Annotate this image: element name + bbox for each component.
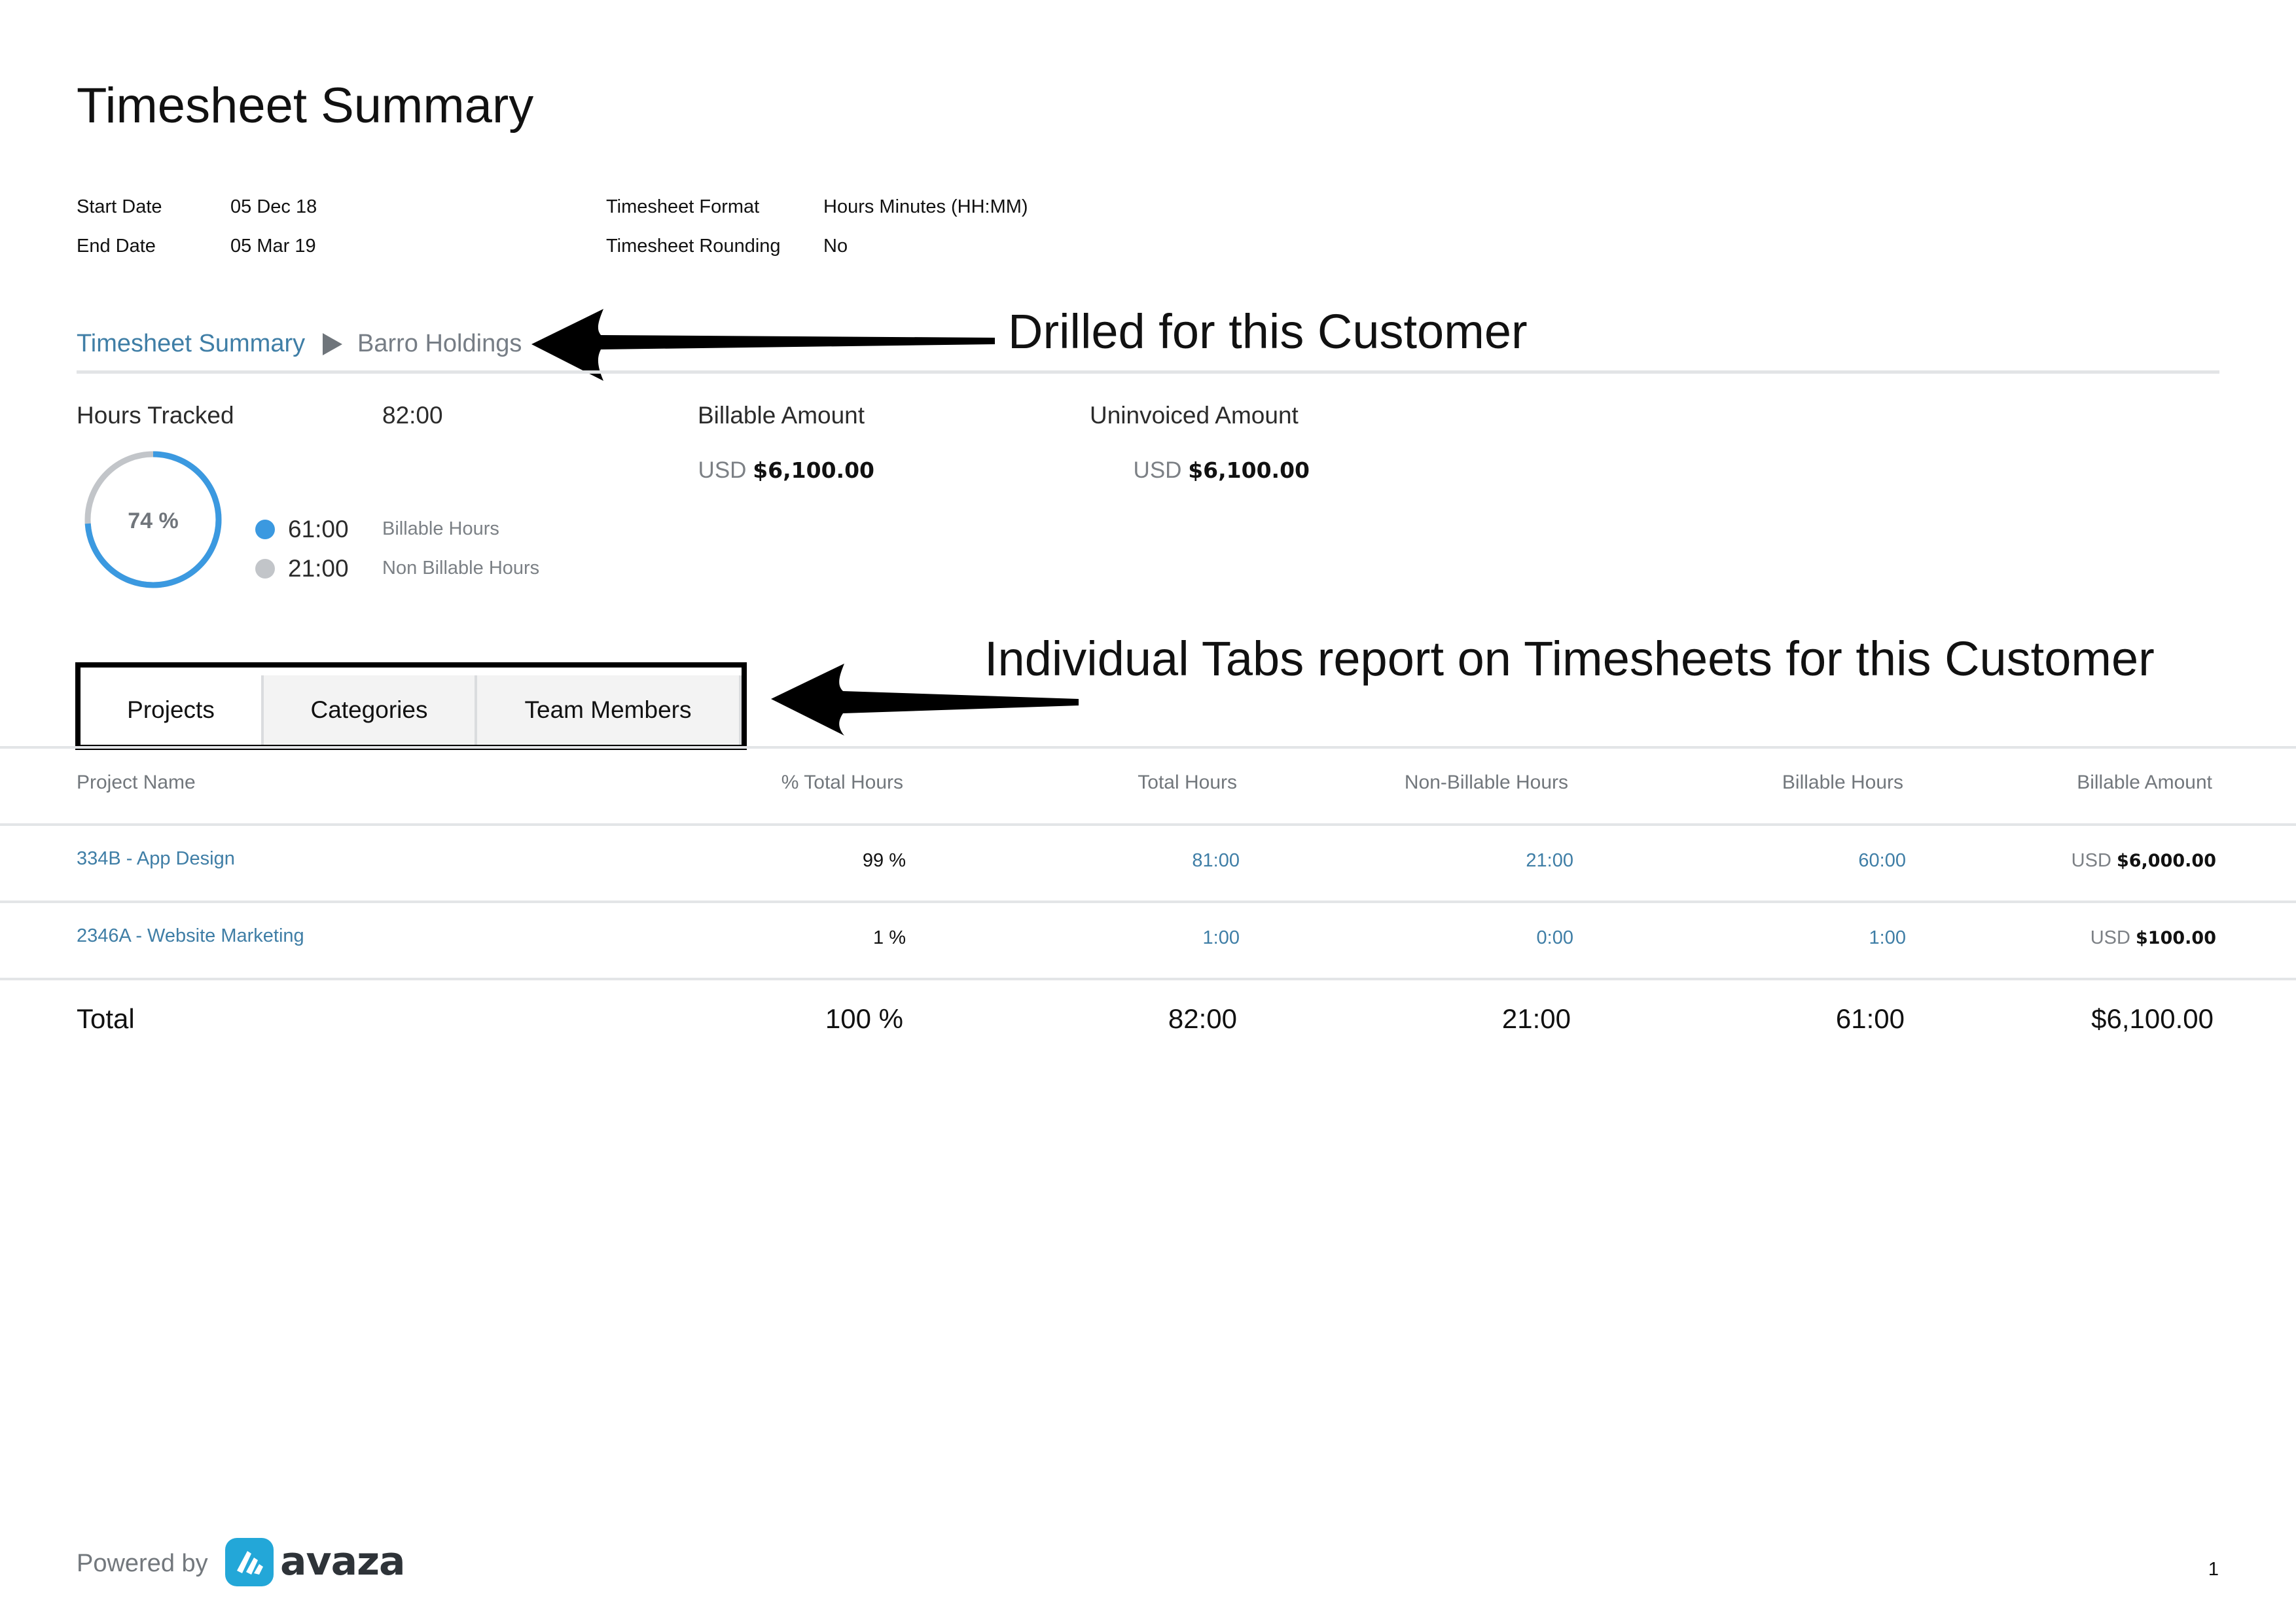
end-date-label: End Date xyxy=(77,236,156,257)
column-header-billable-amount: Billable Amount xyxy=(2077,772,2212,793)
total-hours-link[interactable]: 1:00 xyxy=(1043,925,1240,951)
billable-amount-label: Billable Amount xyxy=(698,402,865,429)
timesheet-format-value: Hours Minutes (HH:MM) xyxy=(823,196,1028,217)
hours-tracked-label: Hours Tracked xyxy=(77,402,234,429)
page-number: 1 xyxy=(2208,1559,2219,1580)
table-total-border xyxy=(0,978,2296,980)
percent-total-hours-cell: 1 % xyxy=(873,927,906,948)
total-percent: 100 % xyxy=(825,1003,903,1034)
billable-hours-link[interactable]: 1:00 xyxy=(1710,925,1906,951)
breadcrumb-divider xyxy=(77,370,2219,374)
table-row-border xyxy=(0,901,2296,903)
tab-team-members[interactable]: Team Members xyxy=(475,675,742,745)
timesheet-rounding-label: Timesheet Rounding xyxy=(606,236,781,257)
tab-categories[interactable]: Categories xyxy=(261,675,477,745)
total-billable-hours: 61:00 xyxy=(1835,1003,1905,1034)
non-billable-legend-dot-icon xyxy=(255,559,275,579)
uninvoiced-amount-label: Uninvoiced Amount xyxy=(1090,402,1299,429)
billable-legend-dot-icon xyxy=(255,520,275,539)
start-date-label: Start Date xyxy=(77,196,162,217)
avaza-logo-icon xyxy=(225,1538,274,1586)
billable-amount-cell: USD $6,000.00 xyxy=(2071,850,2216,871)
billable-hours-value: 61:00 xyxy=(288,516,349,543)
column-header-percent-total-hours: % Total Hours xyxy=(781,772,903,793)
total-label: Total xyxy=(77,1003,135,1034)
column-header-non-billable-hours: Non-Billable Hours xyxy=(1404,772,1568,793)
project-name-link[interactable]: 2346A - Website Marketing xyxy=(77,923,304,949)
report-tabs: Projects Categories Team Members xyxy=(75,662,747,750)
non-billable-hours-value: 21:00 xyxy=(288,555,349,582)
total-hours-link[interactable]: 81:00 xyxy=(1043,847,1240,874)
column-header-project-name: Project Name xyxy=(77,772,196,793)
uninvoiced-amount-value: USD $6,100.00 xyxy=(1133,457,1310,483)
column-header-billable-hours: Billable Hours xyxy=(1782,772,1903,793)
hours-tracked-value: 82:00 xyxy=(382,402,443,429)
timesheet-rounding-value: No xyxy=(823,236,848,257)
page-title: Timesheet Summary xyxy=(77,78,534,134)
annotation-drill-text: Drilled for this Customer xyxy=(1008,304,1528,359)
table-top-border xyxy=(0,746,2296,749)
billable-amount-cell: USD $100.00 xyxy=(2090,927,2216,948)
donut-percent-label: 74 % xyxy=(128,508,179,533)
billable-amount-value: USD $6,100.00 xyxy=(698,457,874,483)
annotation-tabs-text: Individual Tabs report on Timesheets for… xyxy=(984,632,2155,686)
billable-hours-link[interactable]: 60:00 xyxy=(1710,847,1906,874)
project-name-link[interactable]: 334B - App Design xyxy=(77,846,235,872)
breadcrumb-current: Barro Holdings xyxy=(357,330,522,357)
non-billable-hours-label: Non Billable Hours xyxy=(382,558,540,579)
breadcrumb-separator-icon xyxy=(323,333,342,355)
table-header-border xyxy=(0,823,2296,826)
percent-total-hours-cell: 99 % xyxy=(862,850,906,871)
breadcrumb-root-link[interactable]: Timesheet Summary xyxy=(77,327,305,360)
total-billable-amount: $6,100.00 xyxy=(2091,1003,2214,1034)
start-date-value: 05 Dec 18 xyxy=(230,196,317,217)
column-header-total-hours: Total Hours xyxy=(1138,772,1237,793)
non-billable-hours-link[interactable]: 0:00 xyxy=(1377,925,1573,951)
end-date-value: 05 Mar 19 xyxy=(230,236,316,257)
tab-projects[interactable]: Projects xyxy=(81,675,261,745)
total-non-billable-hours: 21:00 xyxy=(1501,1003,1571,1034)
non-billable-hours-link[interactable]: 21:00 xyxy=(1377,847,1573,874)
total-hours: 82:00 xyxy=(1168,1003,1237,1034)
powered-by-label: Powered by xyxy=(77,1550,208,1577)
billable-hours-label: Billable Hours xyxy=(382,518,499,539)
timesheet-format-label: Timesheet Format xyxy=(606,196,760,217)
avaza-logo-text: avaza xyxy=(280,1539,405,1584)
